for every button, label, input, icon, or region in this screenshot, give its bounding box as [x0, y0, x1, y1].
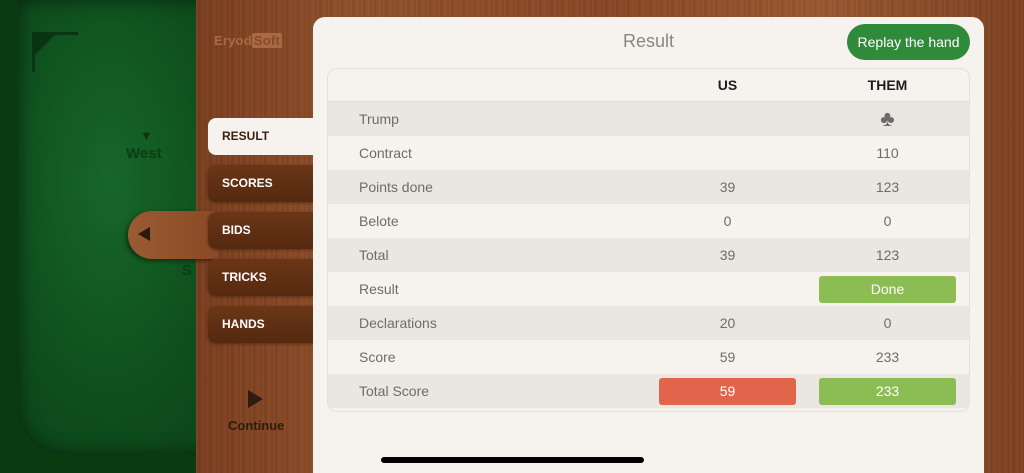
table-row: Belote 0 0	[328, 204, 969, 238]
brand-name-left: Eryod	[214, 33, 252, 48]
us-value: 59	[719, 349, 736, 365]
us-value: 0	[723, 213, 732, 229]
them-value: 0	[883, 213, 892, 229]
result-table: US THEM Trump ♣ Contract 110 Points done…	[327, 68, 970, 412]
table-row: Contract 110	[328, 136, 969, 170]
row-label: Total	[359, 247, 389, 263]
club-icon: ♣	[880, 106, 895, 131]
home-indicator[interactable]	[381, 457, 644, 463]
row-label: Contract	[359, 145, 412, 161]
us-value: 39	[719, 247, 736, 263]
table-row: Result Done	[328, 272, 969, 306]
row-label: Trump	[359, 111, 399, 127]
result-status-badge: Done	[819, 276, 956, 303]
table-row: Points done 39 123	[328, 170, 969, 204]
us-total-score-badge: 59	[659, 378, 796, 405]
collapse-panel-handle[interactable]	[128, 211, 218, 259]
row-label: Points done	[359, 179, 433, 195]
table-row: Total Score 59 233	[328, 374, 969, 408]
column-header-them: THEM	[867, 77, 908, 93]
table-row: Score 59 233	[328, 340, 969, 374]
tab-hands[interactable]: HANDS	[208, 306, 314, 343]
table-header: US THEM	[328, 69, 969, 102]
west-player-label: West	[126, 145, 162, 162]
deck-corner-icon	[32, 32, 78, 72]
them-value: 0	[883, 315, 892, 331]
brand-logo: Eryod Soft	[214, 33, 282, 48]
row-label: Declarations	[359, 315, 437, 331]
table-row: Trump ♣	[328, 102, 969, 136]
tab-bids[interactable]: BIDS	[208, 212, 314, 249]
row-label: Belote	[359, 213, 399, 229]
them-total-score-badge: 233	[819, 378, 956, 405]
west-down-arrow-icon: ▼	[140, 128, 153, 143]
brand-name-right: Soft	[251, 33, 282, 48]
us-value: 39	[719, 179, 736, 195]
column-header-us: US	[717, 77, 738, 93]
them-value: 123	[875, 179, 900, 195]
replay-hand-button[interactable]: Replay the hand	[847, 24, 970, 60]
south-player-label: S	[182, 262, 193, 279]
row-label: Score	[359, 349, 396, 365]
arrow-left-icon	[138, 227, 150, 241]
row-label: Result	[359, 281, 399, 297]
tab-scores[interactable]: SCORES	[208, 165, 314, 202]
result-card: Result Replay the hand US THEM Trump ♣ C…	[313, 17, 984, 473]
them-value: 110	[876, 145, 899, 161]
table-row: Total 39 123	[328, 238, 969, 272]
continue-play-icon[interactable]	[248, 390, 263, 408]
us-value: 20	[719, 315, 736, 331]
tab-result[interactable]: RESULT	[208, 118, 314, 155]
tab-tricks[interactable]: TRICKS	[208, 259, 314, 296]
continue-button[interactable]: Continue	[228, 418, 284, 433]
them-value: 123	[875, 247, 900, 263]
them-value: 233	[875, 349, 900, 365]
table-row: Declarations 20 0	[328, 306, 969, 340]
row-label: Total Score	[359, 383, 430, 399]
